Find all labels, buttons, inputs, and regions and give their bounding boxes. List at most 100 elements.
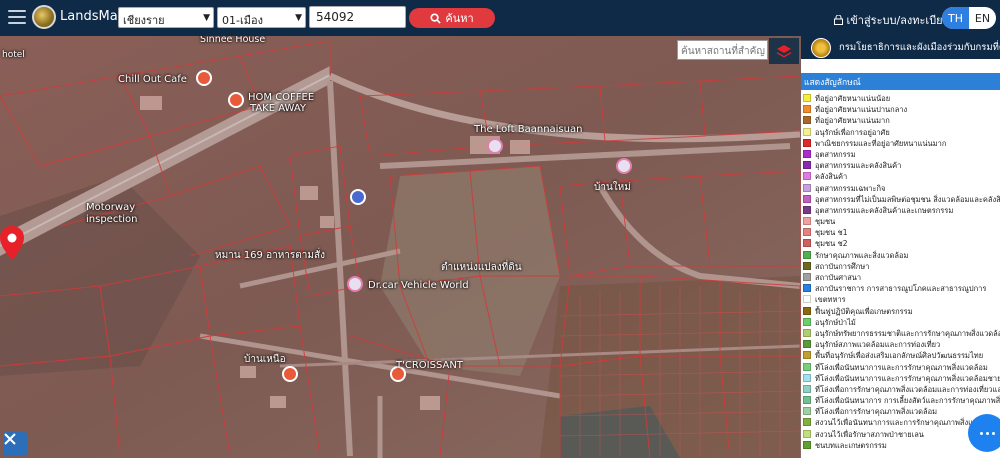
legend-label: พื้นที่อนุรักษ์เพื่อส่งเสริมเอกลักษณ์ศิล…	[815, 351, 984, 361]
car-service-poi-icon[interactable]	[347, 276, 363, 292]
legend-label: อนุรักษ์ป่าไม้	[815, 317, 856, 327]
legend-item: อนุรักษ์เพื่อการอยู่อาศัย	[803, 127, 1000, 138]
legend-item: พื้นที่อนุรักษ์เพื่อส่งเสริมเอกลักษณ์ศิล…	[803, 350, 1000, 361]
lock-icon	[834, 14, 843, 25]
legend-header[interactable]: แสดงสัญลักษณ์	[801, 73, 1000, 90]
legend-item: อนุรักษ์สภาพแวดล้อมและการท่องเที่ยว	[803, 339, 1000, 350]
legend-swatch	[803, 407, 811, 416]
legend-item: ชุมชน	[803, 216, 1000, 227]
hamburger-menu-icon[interactable]	[8, 10, 26, 24]
map-view[interactable]: Sinnee House hotel Chill Out Cafe HOM CO…	[0, 36, 801, 458]
legend-swatch	[803, 351, 811, 360]
legend-swatch	[803, 228, 811, 237]
landsmaps-logo	[32, 5, 56, 29]
legend-item: ที่อยู่อาศัยหนาแน่นปานกลาง	[803, 104, 1000, 115]
legend-label: อนุรักษ์สภาพแวดล้อมและการท่องเที่ยว	[815, 340, 941, 350]
province-select[interactable]: เชียงราย ▼	[118, 7, 214, 28]
legend-label: ที่โล่งเพื่อนันทนาการและการรักษาคุณภาพสิ…	[815, 373, 1000, 383]
legend-swatch	[803, 239, 811, 248]
login-link[interactable]: เข้าสู่ระบบ/ลงทะเบียน	[834, 11, 950, 29]
legend-label: ชนบทและเกษตรกรรม	[815, 440, 887, 450]
tools-button[interactable]	[3, 432, 27, 456]
legend-item: ที่อยู่อาศัยหนาแน่นมาก	[803, 115, 1000, 126]
legend-swatch	[803, 284, 811, 293]
legend-swatch	[803, 172, 811, 181]
lang-th-button[interactable]: TH	[942, 7, 969, 29]
legend-swatch	[803, 273, 811, 281]
place-poi-icon[interactable]	[616, 158, 632, 174]
legend-swatch	[803, 194, 811, 203]
legend-label: อุตสาหกรรมเฉพาะกิจ	[815, 183, 886, 193]
more-options-button[interactable]	[968, 414, 1000, 452]
legend-item: ที่อยู่อาศัยหนาแน่นน้อย	[803, 93, 1000, 104]
legend-item: ที่โล่งเพื่อนันทนาการ การเลี้ยงสัตว์และก…	[803, 395, 1000, 406]
tools-icon	[4, 433, 16, 445]
legend-swatch	[803, 105, 811, 114]
layers-button[interactable]	[769, 38, 799, 64]
chevron-down-icon: ▼	[295, 13, 302, 23]
map-label-inspection: inspection	[86, 214, 138, 225]
legend-label: ที่โล่งเพื่อการรักษาคุณภาพสิ่งแวดล้อม	[815, 407, 938, 417]
legend-item: ที่โล่งเพื่อการรักษาคุณภาพสิ่งแวดล้อม	[803, 406, 1000, 417]
legend-label: สงวนไว้เพื่อรักษาสภาพป่าชายเลน	[815, 429, 924, 439]
legend-swatch	[803, 149, 811, 158]
search-button[interactable]: ค้นหา	[409, 8, 495, 28]
hotel-poi-icon[interactable]	[487, 138, 503, 154]
legend-swatch	[803, 138, 811, 147]
legend-swatch	[803, 127, 811, 136]
legend-label: เขตทหาร	[815, 295, 846, 305]
legend-item: ชุมชน ช2	[803, 238, 1000, 249]
legend-label: อุตสาหกรรมและคลังสินค้า	[815, 161, 902, 171]
legend-swatch	[803, 384, 811, 393]
legend-item: อนุรักษ์ป่าไม้	[803, 317, 1000, 328]
legend-swatch	[803, 340, 811, 349]
parcel-location-pin-icon[interactable]	[0, 226, 24, 260]
legend-label: ฟื้นฟูปฏิบัติคุณเพื่อเกษตรกรรม	[815, 306, 913, 316]
legend-label: ชุมชน	[815, 217, 836, 227]
legend-item: อุตสาหกรรมเฉพาะกิจ	[803, 183, 1000, 194]
department-emblem	[811, 37, 831, 58]
legend-label: อุตสาหกรรมที่ไม่เป็นมลพิษต่อชุมชน สิ่งแว…	[815, 194, 1000, 204]
legend-swatch	[803, 317, 811, 326]
postal-code-input[interactable]: 54092	[309, 6, 406, 28]
lang-en-button[interactable]: EN	[969, 7, 996, 29]
legend-label: ที่อยู่อาศัยหนาแน่นปานกลาง	[815, 105, 908, 115]
food-poi-icon[interactable]	[282, 366, 298, 382]
dot-icon	[985, 431, 989, 435]
legend-swatch	[803, 295, 811, 304]
legend-label: ชุมชน ช1	[815, 228, 848, 238]
panel-spacer	[801, 59, 1000, 73]
panel-title: กรมโยธาธิการและผังเมืองร่วมกับกรมที่ดิน	[839, 42, 1000, 53]
legend-label: ที่อยู่อาศัยหนาแน่นมาก	[815, 116, 890, 126]
bank-poi-icon[interactable]	[350, 189, 366, 205]
map-label-chill-out: Chill Out Cafe	[118, 74, 187, 85]
legend-item: ฟื้นฟูปฏิบัติคุณเพื่อเกษตรกรรม	[803, 306, 1000, 317]
legend-swatch	[803, 306, 811, 315]
layers-icon	[777, 45, 791, 58]
district-select[interactable]: 01-เมืองเชียงราย▼	[217, 7, 306, 45]
legend-item: สถาบันการศึกษา	[803, 261, 1000, 272]
map-label-the-loft: The Loft Baannaisuan	[474, 124, 583, 135]
legend-label: ที่อยู่อาศัยหนาแน่นน้อย	[815, 94, 891, 103]
map-label-ban-nuea: บ้านเหนือ	[244, 354, 286, 365]
legend-label: ที่โล่งเพื่อนันทนาการ การเลี้ยงสัตว์และก…	[815, 396, 1000, 406]
province-value: เชียงราย	[123, 14, 165, 27]
legend-swatch	[803, 161, 811, 170]
legend-label: พาณิชยกรรมและที่อยู่อาศัยหนาแน่นมาก	[815, 138, 947, 148]
legend-swatch	[803, 205, 811, 214]
legend-item: รักษาคุณภาพและสิ่งแวดล้อม	[803, 250, 1000, 261]
legend-swatch	[803, 116, 811, 125]
legend-item: คลังสินค้า	[803, 171, 1000, 182]
login-label: เข้าสู่ระบบ/ลงทะเบียน	[846, 14, 951, 27]
map-label-hom-coffee: HOM COFFEE	[248, 92, 315, 103]
cafe-poi-icon[interactable]	[228, 92, 244, 108]
parcel-location-label: ตำแหน่งแปลงที่ดิน	[441, 262, 522, 273]
place-search-input[interactable]: ค้นหาสถานที่สำคัญ	[677, 40, 768, 60]
cafe-poi-icon[interactable]	[196, 70, 212, 86]
search-icon	[430, 12, 442, 24]
map-label-moo-169: หมาน 169 อาหารตามสั่ง	[215, 250, 325, 261]
legend-item: อุตสาหกรรมและคลังสินค้าและเกษตรกรรม	[803, 205, 1000, 216]
legend-item: พาณิชยกรรมและที่อยู่อาศัยหนาแน่นมาก	[803, 138, 1000, 149]
map-label-sinnee: Sinnee House	[200, 36, 266, 45]
legend-swatch	[803, 362, 811, 371]
